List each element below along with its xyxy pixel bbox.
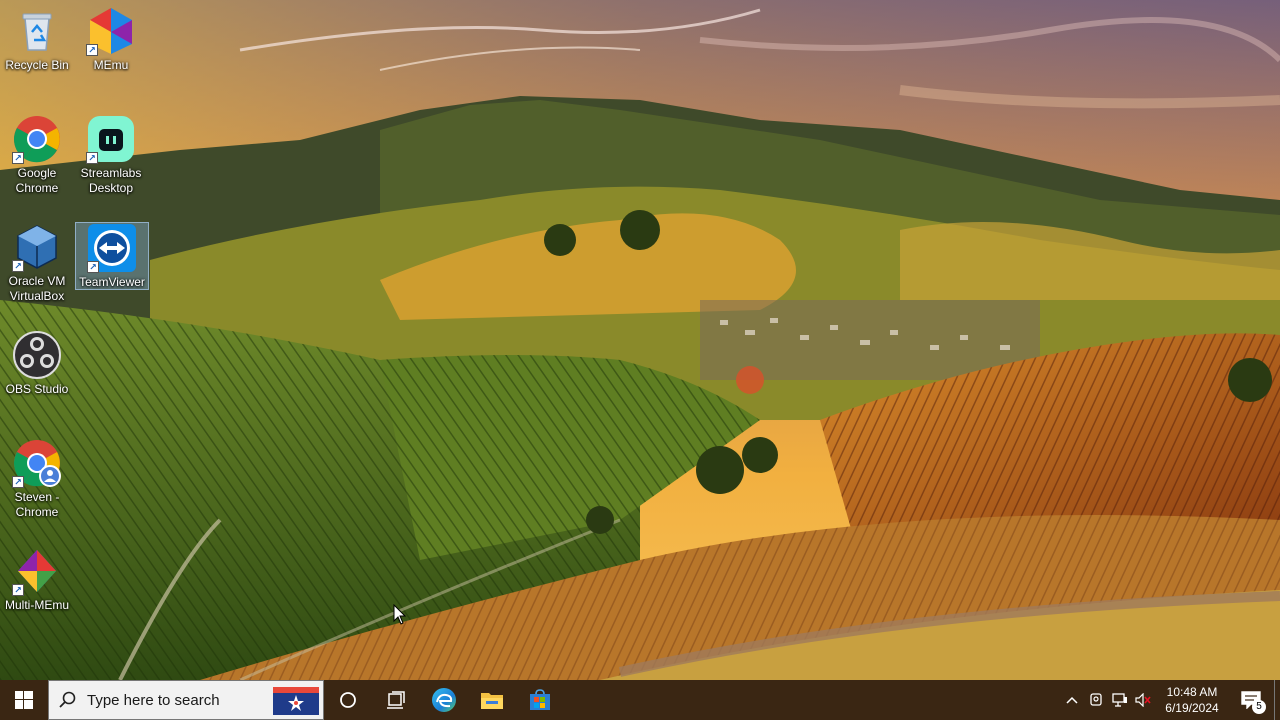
file-explorer-icon <box>481 693 503 709</box>
system-tray: 10:48 AM 6/19/2024 5 <box>1060 680 1280 720</box>
shortcut-arrow-icon: ↗ <box>87 261 99 273</box>
meet-now-icon <box>1090 693 1102 706</box>
recycle-bin-shortcut[interactable]: Recycle Bin <box>0 6 74 73</box>
search-icon <box>49 691 87 709</box>
shortcut-arrow-icon: ↗ <box>12 476 24 488</box>
search-highlight-icon[interactable] <box>269 681 323 719</box>
recycle-bin-icon <box>12 6 62 56</box>
streamlabs-icon: ↗ <box>86 114 136 164</box>
streamlabs-desktop-shortcut[interactable]: ↗ Streamlabs Desktop <box>74 114 148 196</box>
oracle-vm-virtualbox-shortcut[interactable]: ↗ Oracle VM VirtualBox <box>0 222 74 304</box>
action-center-button[interactable]: 5 <box>1228 680 1274 720</box>
notification-count-badge: 5 <box>1252 700 1266 714</box>
desktop-icon-label: Oracle VM VirtualBox <box>8 274 66 303</box>
multi-memu-shortcut[interactable]: ↗ Multi-MEmu <box>0 546 74 613</box>
memu-shortcut[interactable]: ↗ MEmu <box>74 6 148 73</box>
task-view-button[interactable] <box>372 680 420 720</box>
show-desktop-button[interactable] <box>1274 680 1280 720</box>
taskbar: 10:48 AM 6/19/2024 5 <box>0 680 1280 720</box>
chrome-profile-icon: ↗ <box>12 438 62 488</box>
desktop-icon-label: MEmu <box>93 58 129 72</box>
edge-icon <box>432 688 456 712</box>
virtualbox-icon: ↗ <box>12 222 62 272</box>
edge-taskbar-button[interactable] <box>420 680 468 720</box>
network-button[interactable] <box>1108 680 1132 720</box>
search-input[interactable] <box>87 691 257 709</box>
tray-app-button[interactable] <box>1084 680 1108 720</box>
desktop-icon-label: Streamlabs Desktop <box>80 166 142 195</box>
chevron-up-icon <box>1066 696 1078 704</box>
desktop-icon-label: TeamViewer <box>79 275 145 289</box>
microsoft-store-taskbar-button[interactable] <box>516 680 564 720</box>
network-icon <box>1112 693 1127 707</box>
desktop-icon-label: Recycle Bin <box>5 58 69 72</box>
clock-date: 6/19/2024 <box>1165 701 1219 715</box>
clock-time: 10:48 AM <box>1166 685 1218 699</box>
mouse-cursor-icon <box>393 604 407 625</box>
taskbar-clock[interactable]: 10:48 AM 6/19/2024 <box>1156 684 1228 716</box>
show-hidden-icons-button[interactable] <box>1060 680 1084 720</box>
cortana-button[interactable] <box>324 680 372 720</box>
teamviewer-icon: ↗ <box>87 223 137 273</box>
desktop-icon-label: Steven - Chrome <box>14 490 60 519</box>
shortcut-arrow-icon: ↗ <box>86 44 98 56</box>
steven-chrome-shortcut[interactable]: ↗ Steven - Chrome <box>0 438 74 520</box>
desktop-icon-label: Multi-MEmu <box>4 598 69 612</box>
shortcut-arrow-icon: ↗ <box>12 260 24 272</box>
desktop-icon-label: Google Chrome <box>15 166 59 195</box>
volume-muted-icon <box>1135 693 1151 707</box>
chrome-icon: ↗ <box>12 114 62 164</box>
multi-memu-icon: ↗ <box>12 546 62 596</box>
taskbar-search-box[interactable] <box>48 680 324 720</box>
windows-logo-icon <box>15 691 33 709</box>
teamviewer-shortcut[interactable]: ↗ TeamViewer <box>75 222 149 290</box>
memu-icon: ↗ <box>86 6 136 56</box>
microsoft-store-icon <box>530 689 550 710</box>
obs-studio-shortcut[interactable]: OBS Studio <box>0 330 74 397</box>
volume-button[interactable] <box>1132 680 1156 720</box>
desktop-wallpaper <box>0 0 1280 680</box>
task-view-icon <box>387 691 405 709</box>
shortcut-arrow-icon: ↗ <box>86 152 98 164</box>
start-button[interactable] <box>0 680 48 720</box>
google-chrome-shortcut[interactable]: ↗ Google Chrome <box>0 114 74 196</box>
desktop-icon-label: OBS Studio <box>5 382 69 396</box>
file-explorer-taskbar-button[interactable] <box>468 680 516 720</box>
shortcut-arrow-icon: ↗ <box>12 152 24 164</box>
obs-icon <box>12 330 62 380</box>
cortana-circle-icon <box>340 692 356 708</box>
shortcut-arrow-icon: ↗ <box>12 584 24 596</box>
